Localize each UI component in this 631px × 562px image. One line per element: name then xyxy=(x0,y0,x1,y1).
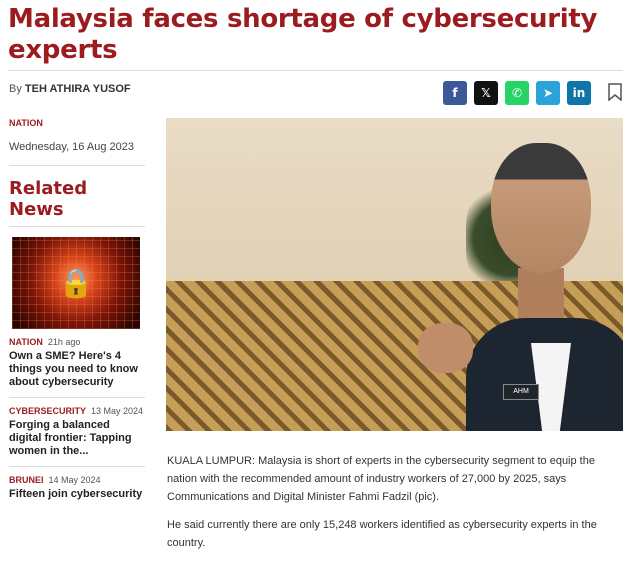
whatsapp-share-button[interactable]: ✆ xyxy=(505,81,529,105)
share-bar: f 𝕏 ✆ ➤ in xyxy=(443,81,591,105)
article-date: Wednesday, 16 Aug 2023 xyxy=(9,141,134,153)
article-paragraph: KUALA LUMPUR: Malaysia is short of exper… xyxy=(167,455,595,503)
photo-hand xyxy=(418,323,473,373)
related-item[interactable]: CYBERSECURITY 13 May 2024 Forging a bala… xyxy=(9,406,145,458)
related-thumbnail[interactable]: 🔒 xyxy=(12,237,140,329)
photo-name-badge: AHM xyxy=(503,384,539,400)
sidebar-divider xyxy=(9,165,145,166)
photo-head xyxy=(491,143,591,273)
article-title: Malaysia faces shortage of cybersecurity… xyxy=(8,4,598,65)
telegram-icon: ➤ xyxy=(542,86,554,100)
article-paragraph: He said currently there are only 15,248 … xyxy=(167,519,597,549)
related-item-title[interactable]: Own a SME? Here's 4 things you need to k… xyxy=(9,350,145,389)
related-item-time: 21h ago xyxy=(47,337,81,347)
telegram-share-button[interactable]: ➤ xyxy=(536,81,560,105)
related-item-divider xyxy=(9,397,145,398)
article-photo: AHM xyxy=(166,118,623,431)
facebook-share-button[interactable]: f xyxy=(443,81,467,105)
whatsapp-icon: ✆ xyxy=(511,86,523,100)
x-share-button[interactable]: 𝕏 xyxy=(474,81,498,105)
related-item-meta: CYBERSECURITY 13 May 2024 xyxy=(9,406,145,416)
related-item-meta: NATION 21h ago xyxy=(9,337,145,347)
x-icon: 𝕏 xyxy=(481,86,491,100)
bookmark-icon[interactable] xyxy=(608,83,622,101)
byline-prefix: By xyxy=(9,83,22,95)
related-item-time: 14 May 2024 xyxy=(48,475,101,485)
related-item-category[interactable]: BRUNEI xyxy=(9,475,44,485)
related-item-time: 13 May 2024 xyxy=(91,406,144,416)
related-item[interactable]: BRUNEI 14 May 2024 Fifteen join cybersec… xyxy=(9,475,145,501)
byline: By TEH ATHIRA YUSOF xyxy=(9,83,131,95)
padlock-icon: 🔒 xyxy=(58,267,94,299)
related-item-title[interactable]: Forging a balanced digital frontier: Tap… xyxy=(9,419,145,458)
related-item-category[interactable]: CYBERSECURITY xyxy=(9,406,86,416)
related-item[interactable]: NATION 21h ago Own a SME? Here's 4 thing… xyxy=(9,337,145,389)
article-body: KUALA LUMPUR: Malaysia is short of exper… xyxy=(167,452,625,562)
related-item-divider xyxy=(9,466,145,467)
author-link[interactable]: TEH ATHIRA YUSOF xyxy=(25,83,131,95)
related-item-title[interactable]: Fifteen join cybersecurity xyxy=(9,488,145,501)
article-category[interactable]: NATION xyxy=(9,118,145,128)
left-sidebar: NATION Wednesday, 16 Aug 2023 Related Ne… xyxy=(9,118,145,501)
facebook-icon: f xyxy=(452,86,458,100)
related-news-heading: Related News xyxy=(9,178,88,220)
related-item-category[interactable]: NATION xyxy=(9,337,43,347)
related-divider xyxy=(9,226,145,227)
linkedin-share-button[interactable]: in xyxy=(567,81,591,105)
title-divider xyxy=(8,70,623,71)
linkedin-icon: in xyxy=(572,86,586,100)
related-item-meta: BRUNEI 14 May 2024 xyxy=(9,475,145,485)
